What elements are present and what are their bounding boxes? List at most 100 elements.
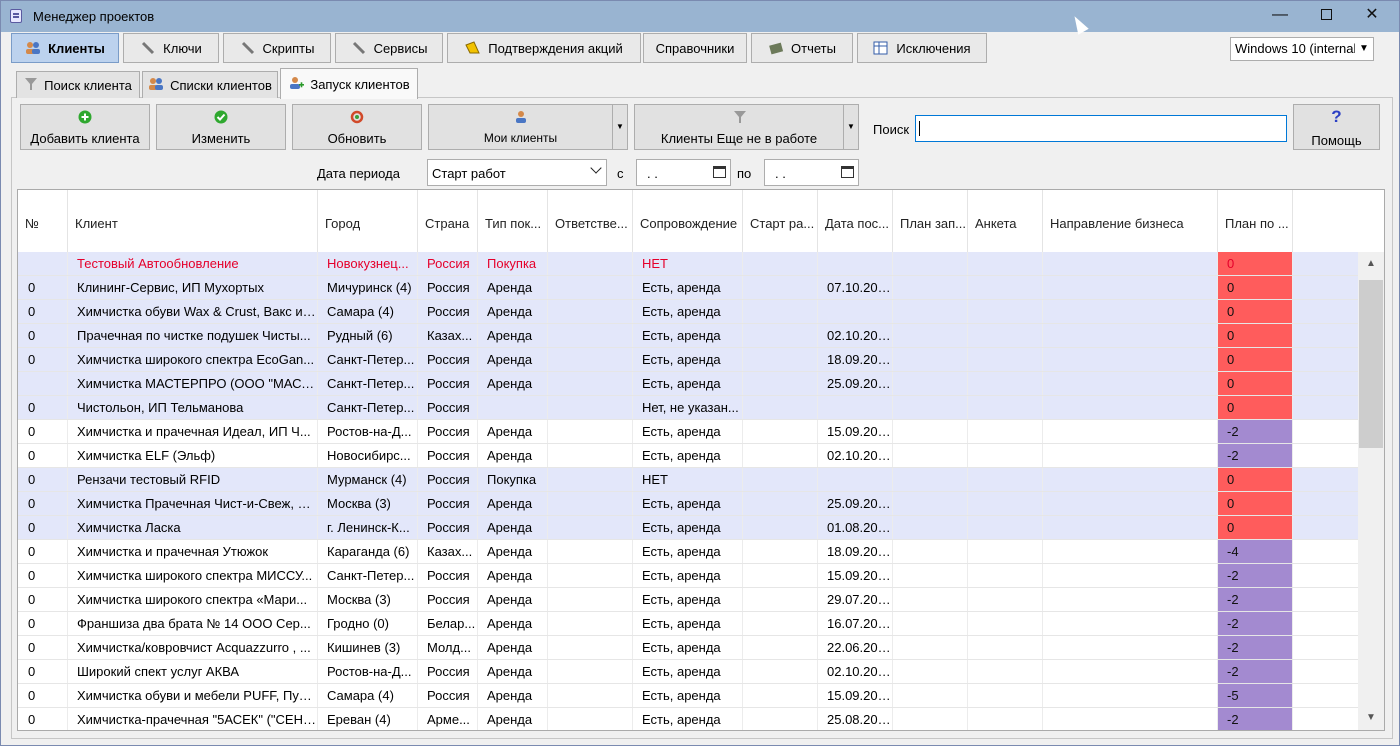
- cell-col-last-date: 25.08.2020: [827, 708, 893, 730]
- column-header-col-last-date[interactable]: Дата пос...: [818, 190, 893, 252]
- close-button[interactable]: ✕: [1349, 1, 1395, 31]
- title-bar[interactable]: Менеджер проектов — ✕: [1, 1, 1399, 32]
- table-row[interactable]: 0 Химчистка ELF (Эльф) Новосибирс... Россия…: [18, 444, 1358, 468]
- subtab-client-search[interactable]: Поиск клиента: [16, 71, 140, 98]
- subtab-client-launch[interactable]: Запуск клиентов: [280, 68, 418, 99]
- table-row[interactable]: 0 Химчистка Прачечная Чист-и-Свеж, И... Мо…: [18, 492, 1358, 516]
- table-row[interactable]: 0 Химчистка и прачечная Утюжок Караганда (…: [18, 540, 1358, 564]
- subtab-client-lists[interactable]: Списки клиентов: [142, 71, 278, 98]
- table-row[interactable]: 0 Широкий спект услуг АКВА Ростов-на-Д... Р…: [18, 660, 1358, 684]
- column-header-col-start[interactable]: Старт ра...: [743, 190, 818, 252]
- column-header-col-business-direction[interactable]: Направление бизнеса: [1043, 190, 1218, 252]
- cell-col-client: Химчистка-прачечная "5АСЕК" ("СЕНК...: [77, 708, 318, 730]
- cell-col-responsible: [557, 372, 633, 395]
- table-row[interactable]: 0 Клининг-Сервис, ИП Мухортых Мичуринск (4…: [18, 276, 1358, 300]
- cell-col-country: Россия: [427, 444, 478, 467]
- cell-col-country: Россия: [427, 684, 478, 707]
- tab-clients[interactable]: Клиенты: [11, 33, 119, 63]
- not-in-work-button[interactable]: Клиенты Еще не в работе ▼: [634, 104, 859, 150]
- cell-col-start: [752, 660, 818, 683]
- table-row[interactable]: 0 Химчистка широкого спектра EcoGan... Сан…: [18, 348, 1358, 372]
- column-header-col-client[interactable]: Клиент: [68, 190, 318, 252]
- table-row[interactable]: Тестовый Автообновление Новокузнец... Росс…: [18, 252, 1358, 276]
- cell-col-city: Ростов-на-Д...: [327, 420, 418, 443]
- cell-col-purchase-type: Аренда: [487, 636, 548, 659]
- not-in-work-dropdown[interactable]: ▼: [843, 105, 858, 149]
- table-row[interactable]: 0 Химчистка и прачечная Идеал, ИП Ч... Рос…: [18, 420, 1358, 444]
- table-row[interactable]: 0 Химчистка/ковровчист Acquazzurro , ... К…: [18, 636, 1358, 660]
- cell-col-start: [752, 516, 818, 539]
- column-header-col-purchase-type[interactable]: Тип пок...: [478, 190, 548, 252]
- tab-references[interactable]: Справочники: [643, 33, 747, 63]
- cell-col-client: Химчистка МАСТЕРПРО (ООО "МАСТ...: [77, 372, 318, 395]
- table-row[interactable]: 0 Химчистка широкого спектра «Мари... Моск…: [18, 588, 1358, 612]
- table-row[interactable]: 0 Химчистка обуви и мебели PUFF, Пуф... Са…: [18, 684, 1358, 708]
- my-clients-dropdown[interactable]: ▼: [612, 105, 627, 149]
- add-client-button[interactable]: Добавить клиента: [20, 104, 150, 150]
- cell-col-questionnaire: [977, 444, 1043, 467]
- my-clients-button[interactable]: Мои клиенты ▼: [428, 104, 628, 150]
- help-button[interactable]: ? Помощь: [1293, 104, 1380, 150]
- to-date-picker[interactable]: . .: [764, 159, 859, 186]
- os-select[interactable]: Windows 10 (internal ▼: [1230, 37, 1374, 61]
- scroll-down-icon[interactable]: ▼: [1358, 708, 1384, 728]
- table-row[interactable]: 0 Химчистка Ласка г. Ленинск-К... Россия Аре…: [18, 516, 1358, 540]
- cell-col-start: [752, 540, 818, 563]
- column-header-col-city[interactable]: Город: [318, 190, 418, 252]
- subtab-client-launch-label: Запуск клиентов: [310, 76, 410, 92]
- calendar-icon[interactable]: [713, 166, 726, 178]
- table-row[interactable]: 0 Химчистка широкого спектра МИССУ... Санк…: [18, 564, 1358, 588]
- cell-col-client: Прачечная по чистке подушек Чисты...: [77, 324, 318, 347]
- cell-col-country: Россия: [427, 348, 478, 371]
- cell-col-support: Есть, аренда: [642, 540, 743, 563]
- table-row[interactable]: 0 Франшиза два брата № 14 ООО Сер... Гродн…: [18, 612, 1358, 636]
- cell-col-country: Россия: [427, 468, 478, 491]
- cell-col-last-date: 07.10.2020: [827, 276, 893, 299]
- search-input[interactable]: [915, 115, 1287, 142]
- column-header-col-country[interactable]: Страна: [418, 190, 478, 252]
- from-date-picker[interactable]: . .: [636, 159, 731, 186]
- tab-services[interactable]: Сервисы: [335, 33, 443, 63]
- table-row[interactable]: Химчистка МАСТЕРПРО (ООО "МАСТ... Санкт-П…: [18, 372, 1358, 396]
- scroll-up-icon[interactable]: ▲: [1358, 254, 1384, 274]
- tab-exclusions[interactable]: Исключения: [857, 33, 987, 63]
- calendar-icon[interactable]: [841, 166, 854, 178]
- table-row[interactable]: 0 Химчистка-прачечная "5АСЕК" ("СЕНК... Ер…: [18, 708, 1358, 730]
- refresh-button[interactable]: Обновить: [292, 104, 422, 150]
- column-header-col-plan[interactable]: План зап...: [893, 190, 968, 252]
- column-header-col-support[interactable]: Сопровождение: [633, 190, 743, 252]
- tab-keys[interactable]: Ключи: [123, 33, 219, 63]
- cell-col-plan: [902, 252, 968, 275]
- table-row[interactable]: 0 Прачечная по чистке подушек Чисты... Руд…: [18, 324, 1358, 348]
- column-header-col-questionnaire[interactable]: Анкета: [968, 190, 1043, 252]
- tab-exclusions-label: Исключения: [896, 40, 971, 56]
- edit-button[interactable]: Изменить: [156, 104, 286, 150]
- table-row[interactable]: 0 Рензачи тестовый RFID Мурманск (4) Росси…: [18, 468, 1358, 492]
- column-header-col-plan-by[interactable]: План по ...: [1218, 190, 1293, 252]
- cell-col-city: Мичуринск (4): [327, 276, 418, 299]
- maximize-button[interactable]: [1303, 1, 1349, 31]
- tab-reports[interactable]: Отчеты: [751, 33, 853, 63]
- cell-col-questionnaire: [977, 300, 1043, 323]
- cell-col-city: Санкт-Петер...: [327, 564, 418, 587]
- vertical-scrollbar[interactable]: ▲ ▼: [1358, 252, 1384, 730]
- cell-col-city: Санкт-Петер...: [327, 372, 418, 395]
- table-row[interactable]: 0 Чистольон, ИП Тельманова Санкт-Петер... Р…: [18, 396, 1358, 420]
- table-row[interactable]: 0 Химчистка обуви Wax & Crust, Вакс и ...…: [18, 300, 1358, 324]
- period-type-select[interactable]: Старт работ: [427, 159, 607, 186]
- cell-col-plan-by: -2: [1218, 588, 1293, 611]
- cell-col-support: Есть, аренда: [642, 420, 743, 443]
- cell-col-support: Есть, аренда: [642, 276, 743, 299]
- column-header-col-responsible[interactable]: Ответстве...: [548, 190, 633, 252]
- column-header-col-number[interactable]: №: [18, 190, 68, 252]
- cell-col-city: Москва (3): [327, 588, 418, 611]
- cell-col-city: Москва (3): [327, 492, 418, 515]
- cell-col-plan: [902, 588, 968, 611]
- minimize-button[interactable]: —: [1257, 1, 1303, 31]
- tab-scripts[interactable]: Скрипты: [223, 33, 331, 63]
- cell-col-number: 0: [28, 612, 68, 635]
- tab-promo-confirmations[interactable]: Подтверждения акций: [447, 33, 641, 63]
- cell-col-business-direction: [1052, 348, 1218, 371]
- scroll-thumb[interactable]: [1359, 280, 1383, 448]
- cell-col-purchase-type: Аренда: [487, 612, 548, 635]
